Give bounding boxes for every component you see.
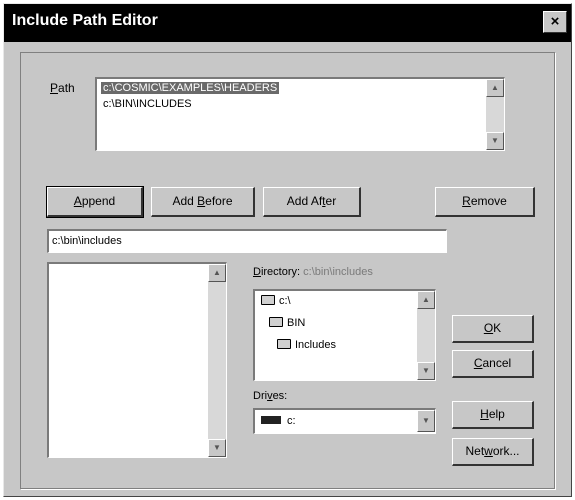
drives-select[interactable]: c: ▼ bbox=[253, 408, 436, 434]
close-icon: × bbox=[550, 13, 560, 30]
ok-button[interactable]: OK bbox=[452, 315, 534, 343]
directory-tree[interactable]: c:\ BIN Includes ▲ ▼ bbox=[253, 289, 436, 381]
list-item[interactable]: c:\BIN\INCLUDES bbox=[103, 98, 192, 110]
dialog-window: Include Path Editor × Path c:\COSMIC\EXA… bbox=[3, 3, 572, 497]
cancel-button[interactable]: Cancel bbox=[452, 350, 534, 378]
scroll-up-arrow-icon[interactable]: ▲ bbox=[417, 291, 435, 309]
remove-button[interactable]: Remove bbox=[435, 187, 535, 217]
path-listbox[interactable]: c:\COSMIC\EXAMPLES\HEADERS c:\BIN\INCLUD… bbox=[95, 77, 505, 151]
drive-value: c: bbox=[261, 415, 296, 427]
scroll-down-arrow-icon[interactable]: ▼ bbox=[208, 439, 226, 457]
scroll-up-arrow-icon[interactable]: ▲ bbox=[208, 264, 226, 282]
scroll-up-arrow-icon[interactable]: ▲ bbox=[486, 79, 504, 97]
tree-item-includes[interactable]: Includes bbox=[277, 339, 336, 351]
append-button[interactable]: Append bbox=[46, 186, 144, 218]
files-list-scrollbar[interactable]: ▲ ▼ bbox=[208, 264, 226, 457]
path-input[interactable]: c:\bin\includes bbox=[47, 229, 447, 253]
window-title: Include Path Editor bbox=[12, 12, 158, 29]
open-folder-icon bbox=[261, 295, 275, 305]
close-button[interactable]: × bbox=[543, 11, 567, 33]
files-listbox[interactable]: ▲ ▼ bbox=[47, 262, 227, 458]
tree-item-root[interactable]: c:\ bbox=[261, 295, 291, 307]
network-button[interactable]: Network... bbox=[452, 438, 534, 466]
add-after-button[interactable]: Add After bbox=[263, 187, 361, 217]
tree-item-bin[interactable]: BIN bbox=[269, 317, 305, 329]
path-list-scrollbar[interactable]: ▲ ▼ bbox=[486, 79, 504, 150]
path-label: Path bbox=[50, 81, 75, 95]
list-item[interactable]: c:\COSMIC\EXAMPLES\HEADERS bbox=[101, 82, 280, 94]
current-directory-text: c:\bin\includes bbox=[303, 266, 373, 278]
dropdown-arrow-icon[interactable]: ▼ bbox=[417, 410, 435, 432]
directory-tree-scrollbar[interactable]: ▲ ▼ bbox=[417, 291, 435, 380]
scroll-down-arrow-icon[interactable]: ▼ bbox=[417, 362, 435, 380]
help-button[interactable]: Help bbox=[452, 401, 534, 429]
open-folder-icon bbox=[269, 317, 283, 327]
hard-drive-icon bbox=[261, 416, 281, 424]
directory-label: Directory: c:\bin\includes bbox=[253, 266, 373, 278]
drives-label: Drives: bbox=[253, 390, 288, 402]
title-bar[interactable]: Include Path Editor × bbox=[4, 4, 571, 42]
add-before-button[interactable]: Add Before bbox=[151, 187, 255, 217]
scroll-down-arrow-icon[interactable]: ▼ bbox=[486, 132, 504, 150]
open-folder-icon bbox=[277, 339, 291, 349]
